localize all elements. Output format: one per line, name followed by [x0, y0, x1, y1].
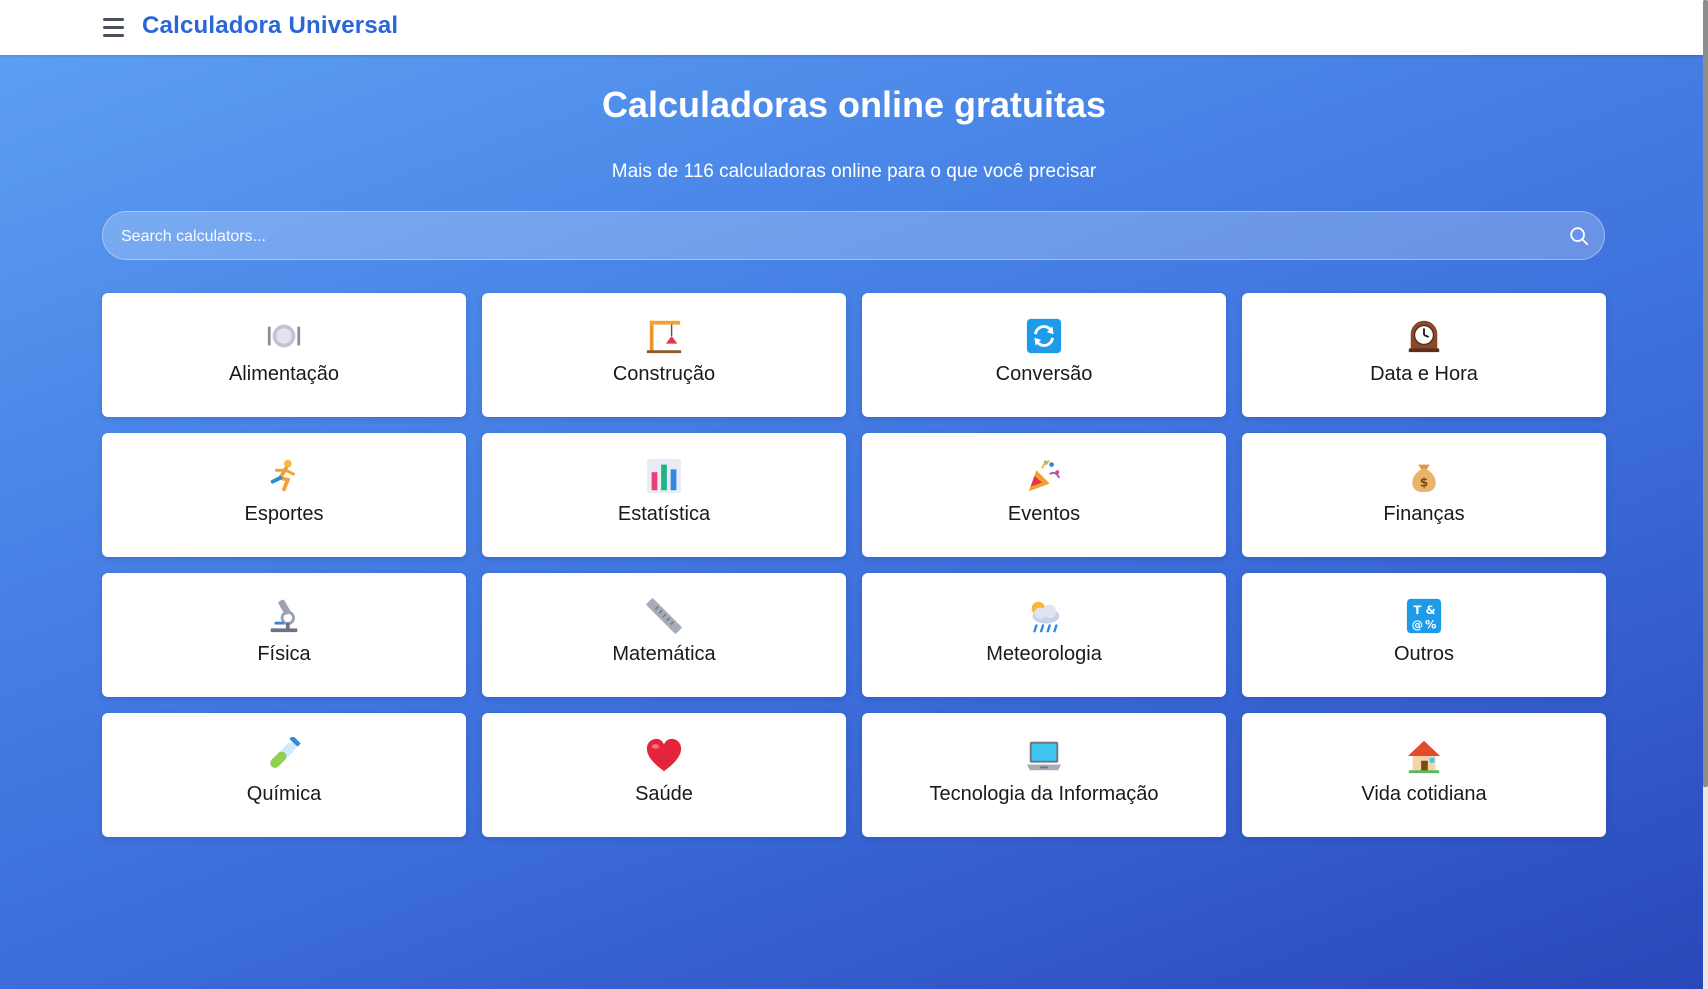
category-card-eventos[interactable]: Eventos	[862, 433, 1226, 557]
scrollbar-track[interactable]	[1703, 0, 1708, 989]
category-card-construcao[interactable]: Construção	[482, 293, 846, 417]
svg-text:&: &	[1426, 603, 1436, 617]
category-label: Finanças	[1383, 503, 1465, 525]
search-input[interactable]	[119, 212, 1543, 261]
svg-text:T: T	[1413, 603, 1421, 617]
crane-icon	[645, 317, 683, 355]
page-title: Calculadoras online gratuitas	[601, 84, 1107, 125]
heart-icon	[645, 737, 683, 775]
category-card-financas[interactable]: $ Finanças	[1242, 433, 1606, 557]
page-subtitle: Mais de 116 calculadoras online para o q…	[611, 161, 1097, 182]
top-header: Calculadora Universal	[0, 0, 1703, 55]
svg-text:%: %	[1425, 617, 1437, 631]
category-card-data-e-hora[interactable]: Data e Hora	[1242, 293, 1606, 417]
category-card-esportes[interactable]: Esportes	[102, 433, 466, 557]
brand-logo-link[interactable]: Calculadora Universal	[142, 12, 398, 40]
laptop-icon	[1025, 737, 1063, 775]
menu-bar	[103, 34, 124, 37]
category-label: Data e Hora	[1370, 363, 1478, 385]
category-label: Estatística	[617, 503, 711, 525]
hamburger-menu-icon[interactable]	[100, 15, 127, 40]
house-icon	[1405, 737, 1443, 775]
category-label: Matemática	[612, 643, 716, 665]
category-label: Esportes	[244, 503, 324, 525]
category-card-saude[interactable]: Saúde	[482, 713, 846, 837]
ruler-icon	[645, 597, 683, 635]
category-card-vida-cotidiana[interactable]: Vida cotidiana	[1242, 713, 1606, 837]
symbols-icon: T & @ %	[1405, 597, 1443, 635]
category-card-outros[interactable]: T & @ % Outros	[1242, 573, 1606, 697]
category-card-meteorologia[interactable]: Meteorologia	[862, 573, 1226, 697]
category-label: Eventos	[1007, 503, 1081, 525]
party-popper-icon	[1025, 457, 1063, 495]
category-label: Outros	[1393, 643, 1455, 665]
category-label: Conversão	[995, 363, 1093, 385]
search-icon[interactable]	[1568, 225, 1590, 247]
category-label: Química	[246, 783, 322, 805]
clock-icon	[1405, 317, 1443, 355]
rain-cloud-icon	[1025, 597, 1063, 635]
category-card-alimentacao[interactable]: Alimentação	[102, 293, 466, 417]
menu-bar	[103, 18, 124, 21]
plate-icon	[265, 317, 303, 355]
category-card-fisica[interactable]: Física	[102, 573, 466, 697]
test-tube-icon	[265, 737, 303, 775]
category-grid: Alimentação Construção Conversão Data e …	[102, 293, 1606, 837]
bar-chart-icon	[645, 457, 683, 495]
svg-text:@: @	[1412, 617, 1423, 631]
category-card-tecnologia-da-informacao[interactable]: Tecnologia da Informação	[862, 713, 1226, 837]
microscope-icon	[265, 597, 303, 635]
category-label: Vida cotidiana	[1361, 783, 1487, 805]
category-card-conversao[interactable]: Conversão	[862, 293, 1226, 417]
search-bar	[102, 211, 1605, 261]
category-label: Física	[257, 643, 311, 665]
category-label: Meteorologia	[986, 643, 1102, 665]
category-card-quimica[interactable]: Química	[102, 713, 466, 837]
category-card-estatistica[interactable]: Estatística	[482, 433, 846, 557]
category-label: Alimentação	[228, 363, 340, 385]
category-label: Tecnologia da Informação	[929, 783, 1159, 805]
money-bag-icon: $	[1405, 457, 1443, 495]
conversion-icon	[1025, 317, 1063, 355]
category-label: Construção	[612, 363, 716, 385]
runner-icon	[265, 457, 303, 495]
category-card-matematica[interactable]: Matemática	[482, 573, 846, 697]
svg-text:$: $	[1420, 475, 1429, 489]
menu-bar	[103, 26, 124, 29]
category-label: Saúde	[635, 783, 693, 805]
